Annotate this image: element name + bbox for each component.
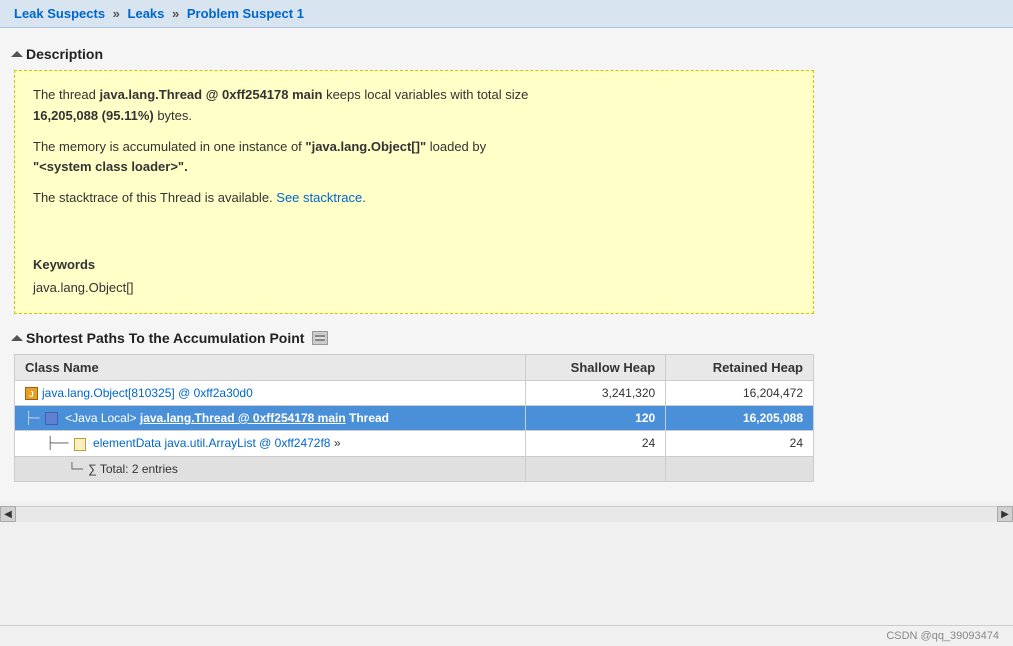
row4-name: └─ ∑ Total: 2 entries [15, 456, 526, 481]
row3-name: ├── elementData java.util.ArrayList @ 0x… [15, 431, 526, 456]
accumulation-table: Class Name Shallow Heap Retained Heap Jj… [14, 354, 814, 482]
description-paragraph2: The memory is accumulated in one instanc… [33, 137, 795, 179]
scroll-left-arrow[interactable]: ◀ [0, 506, 16, 522]
description-paragraph1: The thread java.lang.Thread @ 0xff254178… [33, 85, 795, 127]
desc-p2-quoted2: "<system class loader>". [33, 159, 188, 174]
row2-name-pre: <Java Local> [65, 411, 140, 425]
row4-prefix: └─ [25, 462, 83, 476]
col-retained-heap: Retained Heap [666, 354, 814, 380]
row2-prefix: ├─ [25, 411, 39, 425]
desc-p1-pre: The thread [33, 87, 100, 102]
scroll-right-arrow[interactable]: ▶ [997, 506, 1013, 522]
row1-name: Jjava.lang.Object[810325] @ 0xff2a30d0 [15, 380, 526, 405]
row2-name-post: Thread [346, 411, 389, 425]
row3-prefix: ├── [25, 436, 68, 450]
description-paragraph3: The stacktrace of this Thread is availab… [33, 188, 795, 209]
accumulation-title: Shortest Paths To the Accumulation Point [26, 330, 304, 346]
main-content: Description The thread java.lang.Thread … [0, 28, 1013, 502]
row2-shallow: 120 [526, 405, 666, 430]
desc-p1-post2: bytes. [154, 108, 192, 123]
description-box: The thread java.lang.Thread @ 0xff254178… [14, 70, 814, 314]
file-icon [74, 438, 86, 451]
accumulation-section-header: Shortest Paths To the Accumulation Point [14, 330, 999, 346]
watermark-bar: CSDN @qq_39093474 [0, 625, 1013, 646]
watermark-text: CSDN @qq_39093474 [886, 630, 999, 642]
col-shallow-heap: Shallow Heap [526, 354, 666, 380]
col-class-name: Class Name [15, 354, 526, 380]
row4-shallow [526, 456, 666, 481]
row3-shallow: 24 [526, 431, 666, 456]
row1-name-link[interactable]: java.lang.Object[810325] @ 0xff2a30d0 [42, 386, 253, 400]
horizontal-scrollbar[interactable]: ◀ ▶ [0, 506, 1013, 522]
see-stacktrace-link[interactable]: See stacktrace [276, 190, 362, 205]
row2-retained: 16,205,088 [666, 405, 814, 430]
breadcrumb-link-leak-suspects[interactable]: Leak Suspects [14, 6, 105, 21]
keywords-section: Keywords java.lang.Object[] [33, 255, 795, 299]
table-row: ├─ <Java Local> java.lang.Thread @ 0xff2… [15, 405, 814, 430]
row3-name-link[interactable]: elementData [93, 436, 161, 450]
row1-retained: 16,204,472 [666, 380, 814, 405]
breadcrumb-sep-2: » [172, 6, 179, 21]
description-section-header: Description [14, 46, 999, 62]
desc-p1-bold2: 16,205,088 (95.11%) [33, 108, 154, 123]
breadcrumb-sep-1: » [113, 6, 120, 21]
desc-p2-mid: loaded by [426, 139, 486, 154]
table-row: ├── elementData java.util.ArrayList @ 0x… [15, 431, 814, 456]
breadcrumb-link-leaks[interactable]: Leaks [128, 6, 165, 21]
keywords-value: java.lang.Object[] [33, 278, 795, 299]
scroll-track[interactable] [16, 507, 997, 522]
desc-p1-post: keeps local variables with total size [322, 87, 528, 102]
table-row: Jjava.lang.Object[810325] @ 0xff2a30d0 3… [15, 380, 814, 405]
desc-p2-pre: The memory is accumulated in one instanc… [33, 139, 305, 154]
breadcrumb: Leak Suspects » Leaks » Problem Suspect … [0, 0, 1013, 28]
desc-p2-quoted: "java.lang.Object[]" [305, 139, 426, 154]
row4-total-label: ∑ Total: 2 entries [88, 462, 178, 476]
desc-p1-bold: java.lang.Thread @ 0xff254178 main [100, 87, 323, 102]
desc-p3-post: . [362, 190, 366, 205]
description-title: Description [26, 46, 103, 62]
row2-name: ├─ <Java Local> java.lang.Thread @ 0xff2… [15, 405, 526, 430]
row3-retained: 24 [666, 431, 814, 456]
description-collapse-icon[interactable] [11, 51, 23, 57]
accumulation-collapse-icon[interactable] [11, 335, 23, 341]
table-config-icon[interactable] [312, 331, 328, 345]
row3-name-link2[interactable]: java.util.ArrayList @ 0xff2472f8 [164, 436, 330, 450]
row1-shallow: 3,241,320 [526, 380, 666, 405]
desc-p3-pre: The stacktrace of this Thread is availab… [33, 190, 276, 205]
row2-name-link[interactable]: java.lang.Thread @ 0xff254178 main [140, 411, 346, 425]
row4-retained [666, 456, 814, 481]
keywords-title: Keywords [33, 255, 795, 276]
table-row-total: └─ ∑ Total: 2 entries [15, 456, 814, 481]
row3-name-post: » [334, 436, 341, 450]
java-file-icon: J [25, 387, 38, 400]
thread-icon [45, 412, 58, 425]
breadcrumb-link-problem-suspect[interactable]: Problem Suspect 1 [187, 6, 304, 21]
